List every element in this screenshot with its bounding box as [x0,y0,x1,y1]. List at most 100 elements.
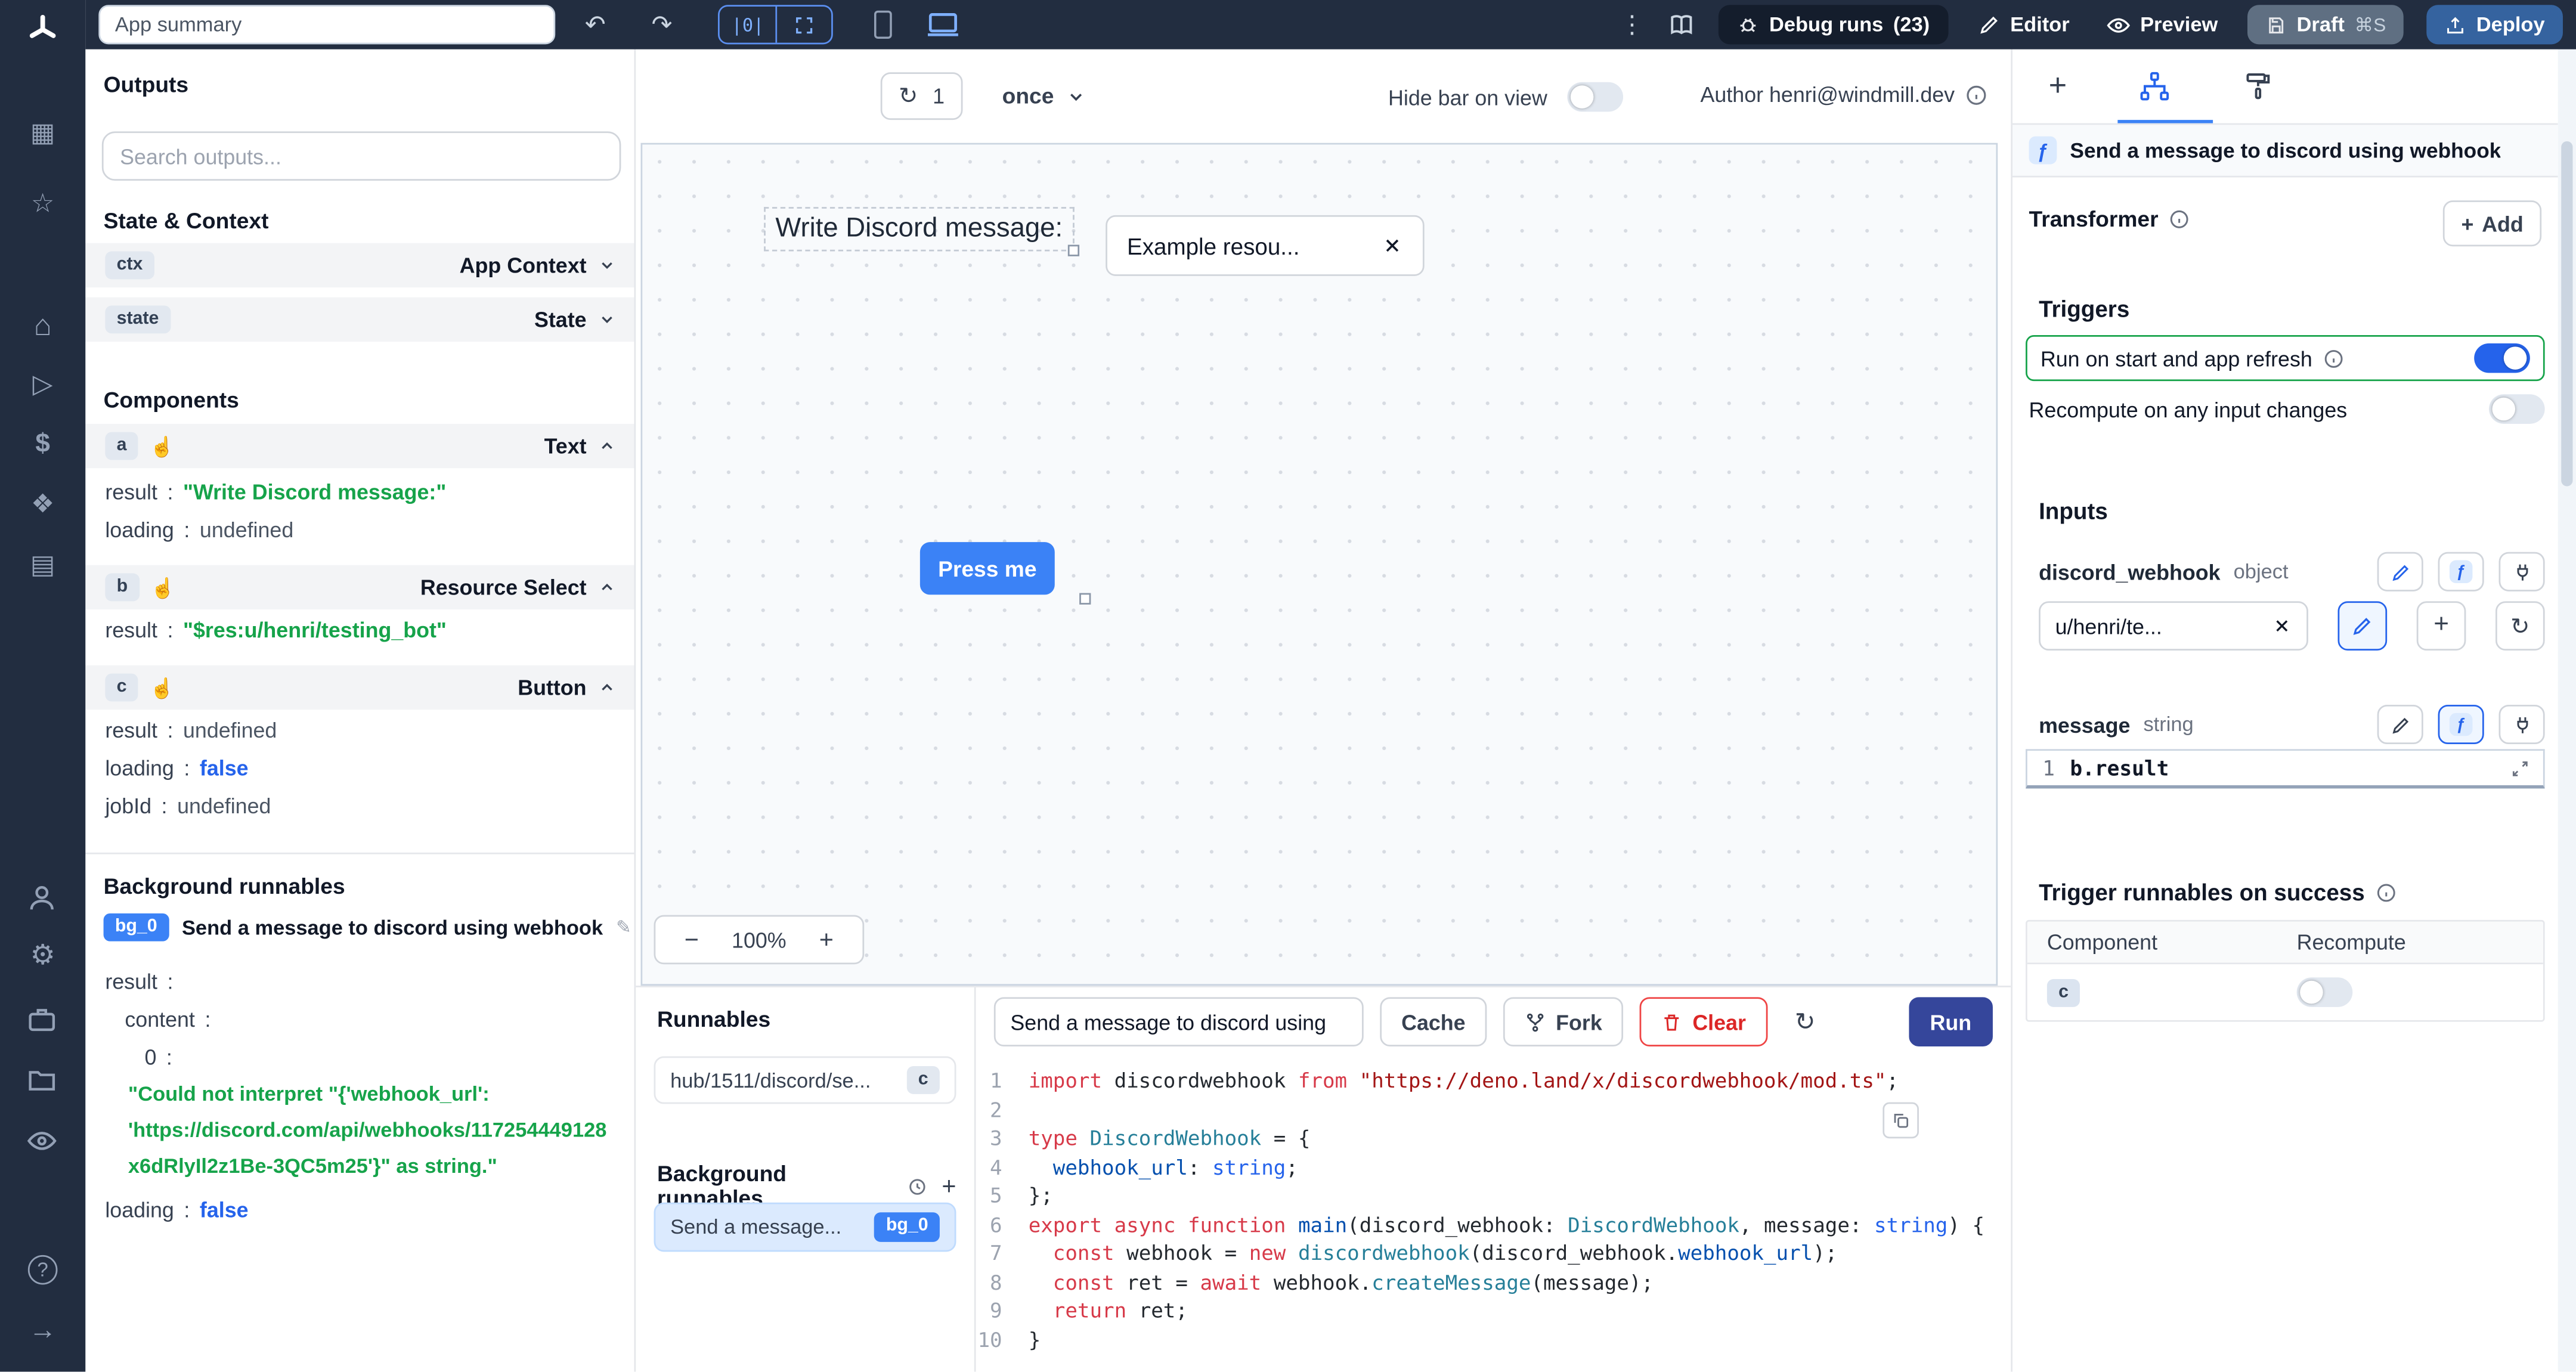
desktop-view-icon[interactable] [927,11,959,38]
hide-bar-toggle[interactable] [1566,82,1623,112]
edit-static-button[interactable] [2377,552,2423,591]
apps-icon[interactable]: ▦ [0,120,85,148]
chevron-up-icon[interactable] [598,437,616,455]
component-c-badge: c [2046,978,2080,1008]
run-button[interactable]: Run [1908,997,1993,1046]
fork-button[interactable]: Fork [1503,997,1624,1046]
debug-runs-button[interactable]: Debug runs (23) [1718,5,1948,45]
code-editor[interactable]: 1 import discordwebhook from "https://den… [976,1057,2011,1372]
connect-expression-button[interactable]: ƒ [2438,704,2484,745]
info-icon[interactable] [2168,209,2190,230]
resource-select-component[interactable]: Example resou... [1106,215,1425,276]
bg-runnable-badge: bg_0 [874,1213,940,1241]
edit-static-button[interactable] [2377,704,2423,745]
resize-handle[interactable] [1067,244,1079,256]
docs-book-icon[interactable] [1667,11,1695,39]
bg-runnable-item-selected[interactable]: Send a message... bg_0 [654,1202,956,1252]
clear-button[interactable]: Clear [1640,997,1767,1046]
connect-output-button[interactable] [2498,552,2545,591]
refresh-resource-button[interactable]: ↻ [2495,601,2545,651]
chevron-down-icon[interactable] [598,311,616,329]
connect-output-button[interactable] [2498,704,2545,745]
runs-icon[interactable]: ▷ [0,372,85,399]
settings-icon[interactable]: ⚙ [0,941,85,970]
more-menu-icon[interactable]: ⋮ [1620,13,1644,37]
undo-icon[interactable]: ↶ [585,13,606,37]
component-b-row[interactable]: b ☝ Resource Select [85,565,634,610]
folders-icon[interactable] [26,1064,57,1095]
pick-resource-button[interactable] [2337,601,2388,651]
button-component[interactable]: Press me [919,542,1091,605]
info-icon[interactable] [2376,881,2398,903]
component-a-row[interactable]: a ☝ Text [85,423,634,469]
state-row[interactable]: state State [85,297,634,342]
editor-tab[interactable]: Editor [1971,5,2076,44]
recompute-toggle[interactable] [2488,394,2545,424]
deploy-button[interactable]: Deploy [2427,5,2563,45]
run-mode-dropdown[interactable]: once [992,72,1095,120]
resources-icon[interactable]: ❖ [0,492,85,519]
chevron-up-icon[interactable] [598,679,616,696]
chevron-up-icon[interactable] [598,578,616,596]
add-transformer-button[interactable]: + Add [2443,200,2542,247]
style-brush-icon[interactable] [2243,70,2274,101]
component-c-row[interactable]: c ☝ Button [85,665,634,710]
resource-input[interactable]: u/henri/te... [2039,601,2308,651]
chevron-down-icon[interactable] [598,256,616,274]
select-value: Example resou... [1126,232,1300,259]
connect-expression-button[interactable]: ƒ [2438,552,2484,591]
create-resource-button[interactable]: + [2416,601,2466,651]
ctx-row[interactable]: ctx App Context [85,243,634,288]
page-scrollbar[interactable] [2558,49,2576,1372]
center-align-icon[interactable]: |0| [720,7,776,43]
pointer-hand-icon[interactable]: ☝ [150,676,174,699]
info-icon[interactable] [2322,348,2343,369]
help-icon[interactable]: ? [0,1255,85,1285]
edit-pencil-icon[interactable]: ✎ [616,917,631,938]
text-component[interactable]: Write Discord message: [764,207,1079,256]
home-icon[interactable]: ⌂ [0,311,85,340]
fit-view-icon[interactable] [775,7,832,43]
pointer-hand-icon[interactable]: ☝ [150,435,174,458]
zoom-out-button[interactable]: − [662,916,721,962]
workers-icon[interactable] [26,1004,57,1035]
mobile-view-icon[interactable] [872,10,894,40]
scrollbar-thumb[interactable] [2561,141,2573,487]
zoom-in-button[interactable]: + [797,916,856,962]
search-outputs-input[interactable] [101,131,621,181]
expand-rail-icon[interactable]: → [0,1316,85,1344]
audit-logs-icon[interactable] [26,1125,57,1156]
preview-tab[interactable]: Preview [2099,5,2224,44]
resize-handle[interactable] [1079,593,1091,605]
draft-button[interactable]: Draft ⌘S [2247,5,2404,45]
code-lines[interactable]: 1 import discordwebhook from "https://den… [976,1066,2011,1354]
clear-select-icon[interactable] [1382,235,1403,256]
add-background-runnable-icon[interactable]: + [942,1172,956,1200]
app-canvas[interactable]: Write Discord message: Example resou... … [640,143,1998,986]
schedules-icon[interactable]: ▤ [0,553,85,580]
variables-icon[interactable]: $ [0,431,85,459]
expand-editor-icon[interactable] [2510,758,2530,778]
clear-resource-icon[interactable] [2272,616,2292,636]
reload-script-icon[interactable]: ↻ [1784,1001,1826,1043]
redo-icon[interactable]: ↷ [652,13,673,37]
run-on-start-toggle[interactable] [2474,343,2530,373]
copy-code-button[interactable] [1883,1102,1919,1139]
background-runnables-title: Background runnables [103,874,345,899]
component-a-type: Text [544,433,587,459]
script-summary-input[interactable] [993,997,1364,1046]
component-settings-icon[interactable] [2139,70,2170,101]
users-icon[interactable] [26,882,57,913]
pointer-hand-icon[interactable]: ☝ [151,576,175,599]
runnable-item[interactable]: hub/1511/discord/se... c [654,1056,956,1104]
favorites-icon[interactable]: ☆ [0,191,85,218]
refresh-count-button[interactable]: ↻ 1 [880,72,963,120]
recompute-c-toggle[interactable] [2296,977,2353,1007]
info-icon[interactable] [1965,83,1988,106]
insert-component-icon[interactable]: + [2049,70,2067,101]
cache-button[interactable]: Cache [1380,997,1487,1046]
app-summary-input[interactable] [98,5,556,45]
bg0-row[interactable]: bg_0 Send a message to discord using web… [103,913,631,942]
expression-editor[interactable]: 1 b.result [2026,749,2545,789]
refresh-icon[interactable]: ↻ [899,82,918,110]
